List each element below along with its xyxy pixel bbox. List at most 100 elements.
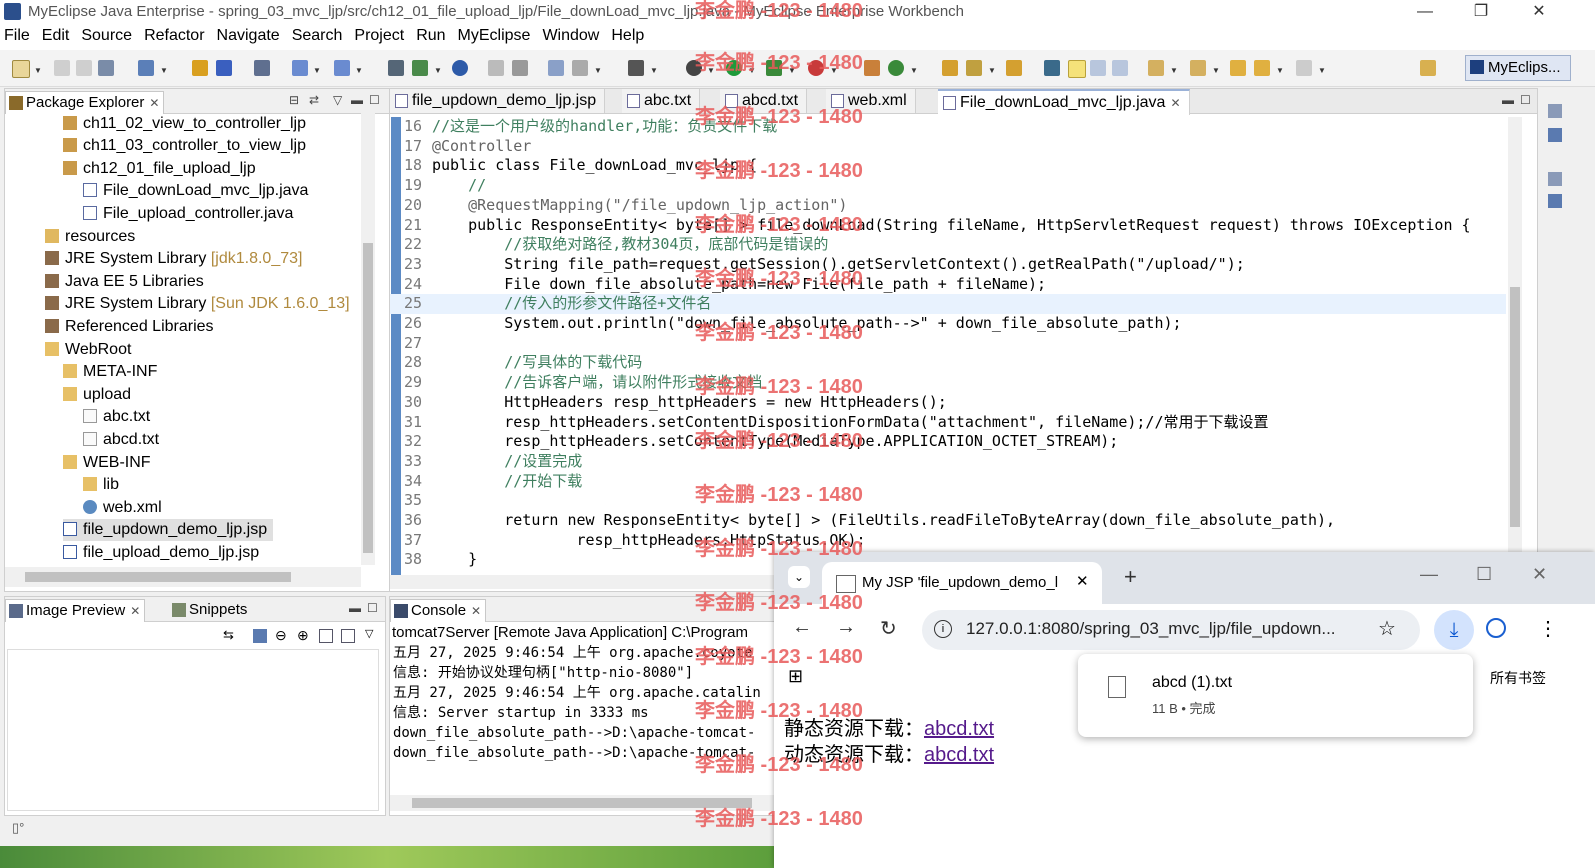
- new-project-icon[interactable]: [138, 60, 154, 76]
- chevron-down-icon[interactable]: ▼: [434, 66, 442, 75]
- menu-search[interactable]: Search: [286, 24, 349, 45]
- chevron-down-icon[interactable]: ▼: [1318, 66, 1326, 75]
- profile-icon[interactable]: [1486, 618, 1506, 638]
- tree-item-folder[interactable]: WebRoot: [45, 339, 131, 361]
- close-button[interactable]: ✕: [1532, 564, 1547, 585]
- minimize-view-icon[interactable]: ▬: [1502, 93, 1514, 107]
- open-task-icon[interactable]: [1006, 60, 1022, 76]
- new-java-package-icon[interactable]: [864, 60, 880, 76]
- annotation-icon[interactable]: [1044, 60, 1060, 76]
- tree-item-java-file[interactable]: File_downLoad_mvc_ljp.java: [83, 180, 308, 202]
- tree-item-package[interactable]: ch11_03_controller_to_view_ljp: [63, 135, 306, 157]
- close-icon[interactable]: ✕: [1170, 96, 1180, 110]
- last-edit-icon[interactable]: [1230, 60, 1246, 76]
- chevron-down-icon[interactable]: ▼: [1212, 66, 1220, 75]
- view-menu-icon[interactable]: ▽: [333, 93, 342, 107]
- restore-button[interactable]: ❐: [1458, 0, 1504, 24]
- forward-icon[interactable]: [1296, 60, 1312, 76]
- reload-icon[interactable]: ↻: [880, 616, 897, 641]
- tree-item-folder[interactable]: upload: [63, 384, 131, 406]
- fast-view-icon[interactable]: ▯°: [12, 820, 24, 836]
- editor-vscrollbar[interactable]: [1508, 117, 1522, 575]
- tab-file-updown-demo-jsp[interactable]: file_updown_demo_ljp.jsp: [390, 89, 606, 113]
- prev-annotation-icon[interactable]: [1190, 60, 1206, 76]
- zoom-in-icon[interactable]: ⊕: [297, 627, 309, 644]
- menu-file[interactable]: File: [0, 24, 36, 45]
- tab-file-download-mvc-java[interactable]: File_downLoad_mvc_ljp.java ✕: [938, 89, 1190, 115]
- tab-search-icon[interactable]: ⌄: [788, 566, 810, 588]
- package-explorer-vscrollbar[interactable]: [361, 113, 375, 565]
- back-icon[interactable]: [1254, 60, 1270, 76]
- new-class-icon[interactable]: [888, 60, 904, 76]
- search-tool-icon[interactable]: [966, 60, 982, 76]
- close-icon[interactable]: ✕: [130, 604, 140, 618]
- menu-window[interactable]: Window: [536, 24, 605, 45]
- tree-item-library[interactable]: Referenced Libraries: [45, 316, 214, 338]
- browser-tab[interactable]: My JSP 'file_updown_demo_l ✕: [822, 562, 1102, 604]
- menu-navigate[interactable]: Navigate: [211, 24, 286, 45]
- chevron-down-icon[interactable]: ▼: [313, 66, 321, 75]
- minimize-button[interactable]: —: [1420, 564, 1438, 585]
- tree-item-java-file[interactable]: File_upload_controller.java: [83, 203, 293, 225]
- open-folder-icon[interactable]: [942, 60, 958, 76]
- task-list-icon[interactable]: [1548, 194, 1562, 208]
- tree-item-folder[interactable]: META-INF: [63, 361, 157, 383]
- print-icon[interactable]: [98, 60, 114, 76]
- fit-window-icon[interactable]: [341, 629, 355, 643]
- back-nav-icon[interactable]: [488, 60, 504, 76]
- dynamic-download-link[interactable]: abcd.txt: [924, 744, 994, 766]
- tree-item-jsp-file[interactable]: file_upload_demo_ljp.jsp: [63, 542, 259, 564]
- database-icon[interactable]: [254, 60, 270, 76]
- deploy-icon[interactable]: [192, 60, 208, 76]
- apps-grid-icon[interactable]: ⊞: [788, 666, 803, 687]
- chevron-down-icon[interactable]: ▼: [910, 66, 918, 75]
- static-download-link[interactable]: abcd.txt: [924, 718, 994, 740]
- scrollbar-thumb[interactable]: [25, 572, 291, 582]
- tab-snippets[interactable]: Snippets: [169, 599, 251, 621]
- build-icon[interactable]: [548, 60, 564, 76]
- settings-icon[interactable]: [572, 60, 588, 76]
- publish-icon[interactable]: [412, 60, 428, 76]
- collapse-all-icon[interactable]: ⊟: [289, 93, 299, 107]
- code-editor[interactable]: 16//这是一个用户级的handler,功能：负责文件下载 17 @Control…: [390, 117, 1520, 575]
- menu-edit[interactable]: Edit: [36, 24, 76, 45]
- chevron-down-icon[interactable]: ▼: [160, 66, 168, 75]
- minimize-view-icon[interactable]: ▬: [349, 601, 361, 615]
- chevron-down-icon[interactable]: ▼: [355, 66, 363, 75]
- menu-run[interactable]: Run: [410, 24, 451, 45]
- tree-item-text-file[interactable]: abcd.txt: [83, 429, 159, 451]
- tree-item-library[interactable]: Java EE 5 Libraries: [45, 271, 204, 293]
- close-icon[interactable]: ✕: [149, 96, 159, 110]
- tree-item-folder[interactable]: WEB-INF: [63, 452, 151, 474]
- bookmark-star-icon[interactable]: ☆: [1378, 616, 1396, 641]
- download-icon[interactable]: ⤓: [1434, 610, 1474, 650]
- restore-task-icon[interactable]: [1548, 172, 1562, 186]
- open-perspective-icon[interactable]: [1420, 60, 1436, 76]
- minimize-button[interactable]: —: [1402, 0, 1448, 24]
- tab-package-explorer[interactable]: Package Explorer ✕: [5, 91, 165, 114]
- maximize-button[interactable]: ☐: [1476, 564, 1492, 585]
- fit-image-icon[interactable]: [253, 629, 267, 643]
- screenshot-icon[interactable]: [628, 60, 644, 76]
- new-icon[interactable]: [12, 60, 30, 78]
- outline-icon[interactable]: [1548, 128, 1562, 142]
- tree-item-folder[interactable]: resources: [45, 226, 135, 248]
- chevron-down-icon[interactable]: ▼: [594, 66, 602, 75]
- tree-item-package[interactable]: ch12_01_file_upload_ljp: [63, 158, 256, 180]
- package-explorer-hscrollbar[interactable]: [5, 567, 361, 587]
- link-icon[interactable]: ⇆: [223, 627, 234, 643]
- new-tab-button[interactable]: +: [1124, 564, 1137, 590]
- actual-size-icon[interactable]: [319, 629, 333, 643]
- mark-occurrences-icon[interactable]: [1068, 60, 1086, 78]
- menu-project[interactable]: Project: [348, 24, 410, 45]
- next-annotation-icon[interactable]: [1148, 60, 1164, 76]
- site-info-icon[interactable]: i: [934, 620, 952, 638]
- tree-item-jsp-file[interactable]: file_updown_demo_ljp.jsp: [63, 519, 274, 541]
- web-service-icon[interactable]: [292, 60, 308, 76]
- all-bookmarks-label[interactable]: 所有书签: [1490, 668, 1546, 688]
- tab-console[interactable]: Console ✕: [390, 599, 487, 622]
- maximize-view-icon[interactable]: ☐: [367, 601, 378, 615]
- save-icon[interactable]: [54, 60, 70, 76]
- chevron-down-icon[interactable]: ▼: [1276, 66, 1284, 75]
- close-icon[interactable]: ✕: [471, 604, 481, 618]
